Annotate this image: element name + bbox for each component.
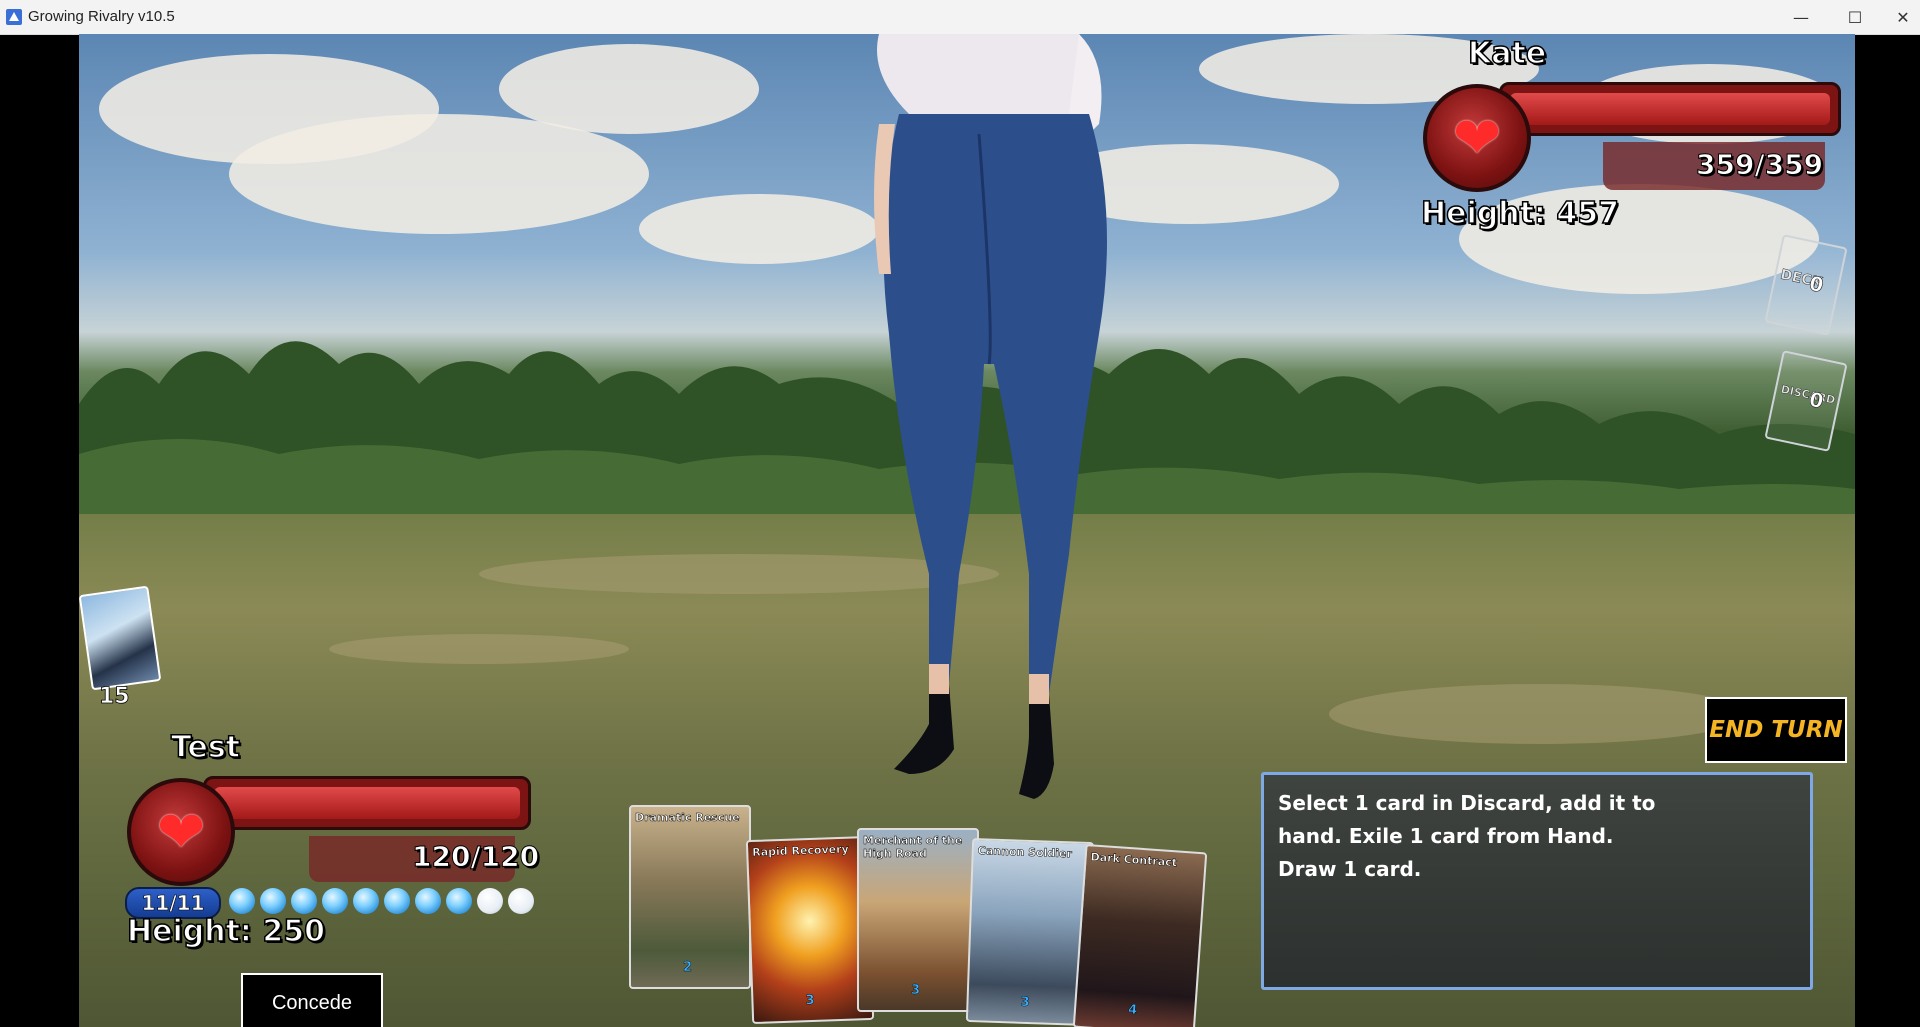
energy-gem-empty <box>477 888 503 914</box>
card-description-panel: Select 1 card in Discard, add it to hand… <box>1261 772 1813 990</box>
energy-gem-filled <box>446 888 472 914</box>
opponent-hp-fill <box>1510 93 1830 125</box>
card-title: Dark Contract <box>1090 850 1178 870</box>
opponent-hp-value: 359/359 <box>1695 148 1824 182</box>
concede-button[interactable]: Concede <box>241 973 383 1027</box>
game-viewport: Kate 359/359 ❤ Height: 457 DECK 0 DISCAR… <box>79 34 1855 1027</box>
end-turn-button[interactable]: END TURN <box>1705 697 1847 763</box>
card-title: Rapid Recovery <box>752 842 849 859</box>
opponent-heart-icon: ❤ <box>1423 84 1531 192</box>
opponent-character <box>874 34 1107 799</box>
energy-gem-empty <box>508 888 534 914</box>
app-icon <box>6 9 22 25</box>
dirt-patch <box>1329 684 1749 744</box>
energy-gem-filled <box>353 888 379 914</box>
energy-gem-filled <box>384 888 410 914</box>
card-title: Merchant of the High Road <box>863 834 963 861</box>
energy-gem-filled <box>322 888 348 914</box>
player-hp-bar <box>203 776 531 830</box>
cloud <box>499 44 759 134</box>
hand-card-rapid-recovery[interactable]: Rapid Recovery 3 <box>745 835 875 1025</box>
hand-card-dark-contract[interactable]: Dark Contract 4 <box>1072 843 1208 1027</box>
energy-gem-filled <box>415 888 441 914</box>
player-height: Height: 250 <box>126 913 325 950</box>
player-hp-fill <box>214 787 520 819</box>
card-cost: 3 <box>911 983 921 998</box>
minimize-icon[interactable]: — <box>1774 0 1828 34</box>
card-cost: 4 <box>1127 1002 1138 1018</box>
opponent-height: Height: 457 <box>1420 195 1619 232</box>
card-title: Cannon Soldier <box>977 844 1073 861</box>
card-cost: 3 <box>805 992 815 1009</box>
card-cost: 3 <box>1020 994 1030 1011</box>
opponent-name: Kate <box>1467 35 1547 72</box>
energy-gem-filled <box>291 888 317 914</box>
player-name: Test <box>170 729 241 766</box>
energy-gem-filled <box>229 888 255 914</box>
hand-card-merchant-of-the-high-road[interactable]: Merchant of the High Road 3 <box>857 828 979 1012</box>
close-icon[interactable]: ✕ <box>1876 0 1920 34</box>
dirt-patch <box>329 634 629 664</box>
card-title: Dramatic Rescue <box>635 811 740 825</box>
window-titlebar: Growing Rivalry v10.5 — ☐ ✕ <box>0 0 1920 35</box>
hand-card-dramatic-rescue[interactable]: Dramatic Rescue 2 <box>629 805 751 989</box>
opponent-hp-bar <box>1499 82 1841 136</box>
player-deck-count: 15 <box>99 684 130 710</box>
player-hp-value: 120/120 <box>411 840 540 874</box>
card-description-text: Select 1 card in Discard, add it to hand… <box>1278 791 1656 881</box>
card-cost: 2 <box>683 960 693 975</box>
cloud <box>229 114 649 234</box>
energy-gem-filled <box>260 888 286 914</box>
window-title: Growing Rivalry v10.5 <box>28 8 175 25</box>
player-heart-icon: ❤ <box>127 778 235 886</box>
player-deck[interactable] <box>79 585 162 691</box>
maximize-icon[interactable]: ☐ <box>1828 0 1882 34</box>
